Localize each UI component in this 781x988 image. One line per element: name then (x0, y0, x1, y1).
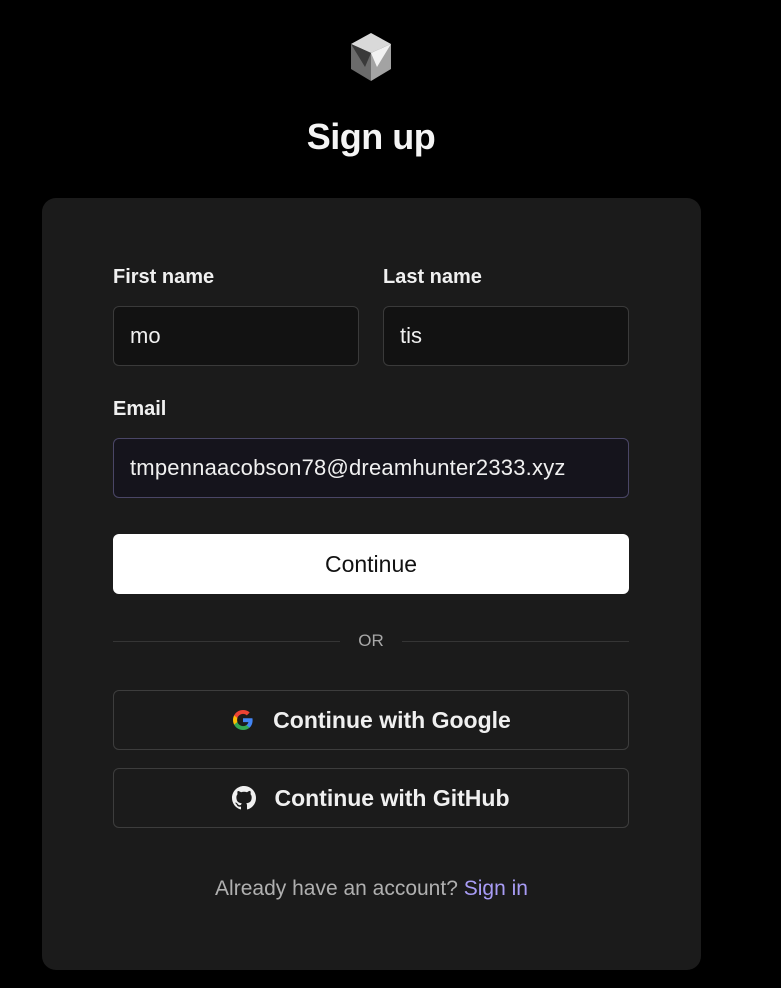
google-button-label: Continue with Google (273, 706, 511, 733)
last-name-label: Last name (383, 266, 482, 288)
first-name-field[interactable] (113, 306, 359, 366)
cube-logo-icon (351, 33, 391, 81)
first-name-label: First name (113, 266, 215, 288)
email-field[interactable] (113, 438, 629, 498)
github-icon (232, 786, 257, 810)
continue-button[interactable]: Continue (113, 534, 629, 594)
google-icon (233, 710, 253, 730)
last-name-field[interactable] (383, 306, 629, 366)
divider-line-right (402, 641, 629, 642)
github-button-label: Continue with GitHub (274, 784, 510, 811)
continue-with-github-button[interactable]: Continue with GitHub (113, 768, 629, 828)
sign-in-link[interactable]: Sign in (464, 877, 528, 900)
signin-prompt: Already have an account? Sign in (42, 877, 701, 901)
signup-page: Sign up First name Last name Email Conti… (0, 0, 781, 988)
continue-with-google-button[interactable]: Continue with Google (113, 690, 629, 750)
signup-card: First name Last name Email Continue OR C… (42, 198, 701, 970)
page-title: Sign up (306, 116, 436, 157)
or-divider-text: OR (358, 631, 384, 650)
email-label: Email (113, 398, 167, 420)
divider-line-left (113, 641, 340, 642)
signin-prompt-text: Already have an account? (215, 877, 458, 900)
